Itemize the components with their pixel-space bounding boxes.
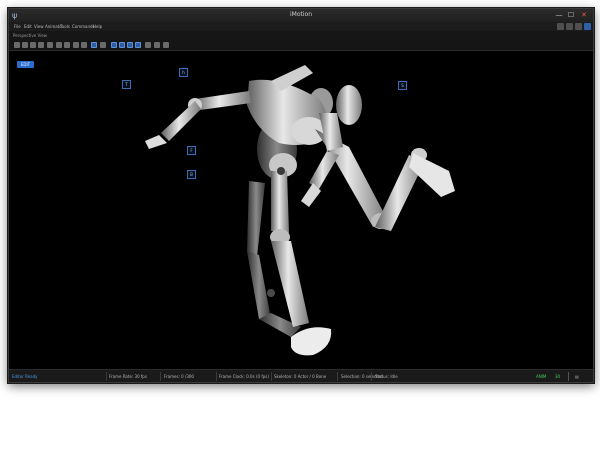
camera-tool-icon[interactable] [30,42,36,48]
perspective-viewport[interactable]: EDIT T h S F B [9,51,593,369]
status-frames: Frames: 0 /300 [164,374,194,379]
window-title: iMotion [289,11,312,18]
open-icon[interactable] [22,42,28,48]
play-icon[interactable] [47,42,53,48]
save-icon[interactable] [38,42,44,48]
status-skeleton: Skeleton: 0 Actor / 0 Bone [274,374,327,379]
move-icon[interactable] [100,42,106,48]
status-separator [371,372,372,381]
ik-icon[interactable] [135,42,141,48]
grid-icon[interactable] [14,42,20,48]
select-icon[interactable] [91,42,97,48]
scale-icon[interactable] [119,42,125,48]
menu-commands[interactable]: Commands [72,22,95,31]
record-icon[interactable] [584,23,591,30]
cut-icon[interactable] [56,42,62,48]
title-bar: ψ iMotion — ☐ ✕ [9,9,593,22]
view-title: Perspective View [13,33,47,38]
close-button[interactable]: ✕ [578,10,590,20]
monitor-icon[interactable] [73,42,79,48]
view-header: Perspective View [9,31,593,40]
mannequin-figure[interactable] [9,51,593,369]
menu-tools[interactable]: Tools [60,22,70,31]
maximize-button[interactable]: ☐ [565,10,577,20]
counter-indicator: 30 [555,374,561,379]
copy-icon[interactable] [81,42,87,48]
status-separator [106,372,107,381]
snap-icon[interactable] [145,42,151,48]
status-separator [160,372,161,381]
pose-icon[interactable] [127,42,133,48]
render-icon[interactable] [575,23,582,30]
status-framerate: Frame Rate: 30 fps [109,374,147,379]
grip-icon: ▤ [575,374,579,379]
status-ready: Editor Ready [12,374,38,379]
menu-bar: File Edit View Animate Tools Commands He… [9,22,593,31]
status-separator [568,372,569,381]
status-separator [337,372,338,381]
lock-icon[interactable] [163,42,169,48]
anim-indicator[interactable]: ANIM [536,370,546,382]
rotate-icon[interactable] [111,42,117,48]
menu-help[interactable]: Help [93,22,102,31]
camera-icon[interactable] [566,23,573,30]
toolbar [9,40,593,51]
settings-icon[interactable] [154,42,160,48]
menu-edit[interactable]: Edit [24,22,32,31]
status-clock: Frame Clock: 0.0s (0 fps) [219,374,269,379]
status-bar: Editor Ready Frame Rate: 30 fps Frames: … [9,369,593,382]
undo-icon[interactable] [64,42,70,48]
menu-view[interactable]: View [34,22,44,31]
menu-file[interactable]: File [14,22,21,31]
minimize-button[interactable]: — [553,10,565,20]
layout-icon[interactable] [557,23,564,30]
status-separator [271,372,272,381]
status-state: Status: Idle [375,374,398,379]
app-window: ψ iMotion — ☐ ✕ File Edit View Animate T… [8,8,594,383]
status-separator [216,372,217,381]
